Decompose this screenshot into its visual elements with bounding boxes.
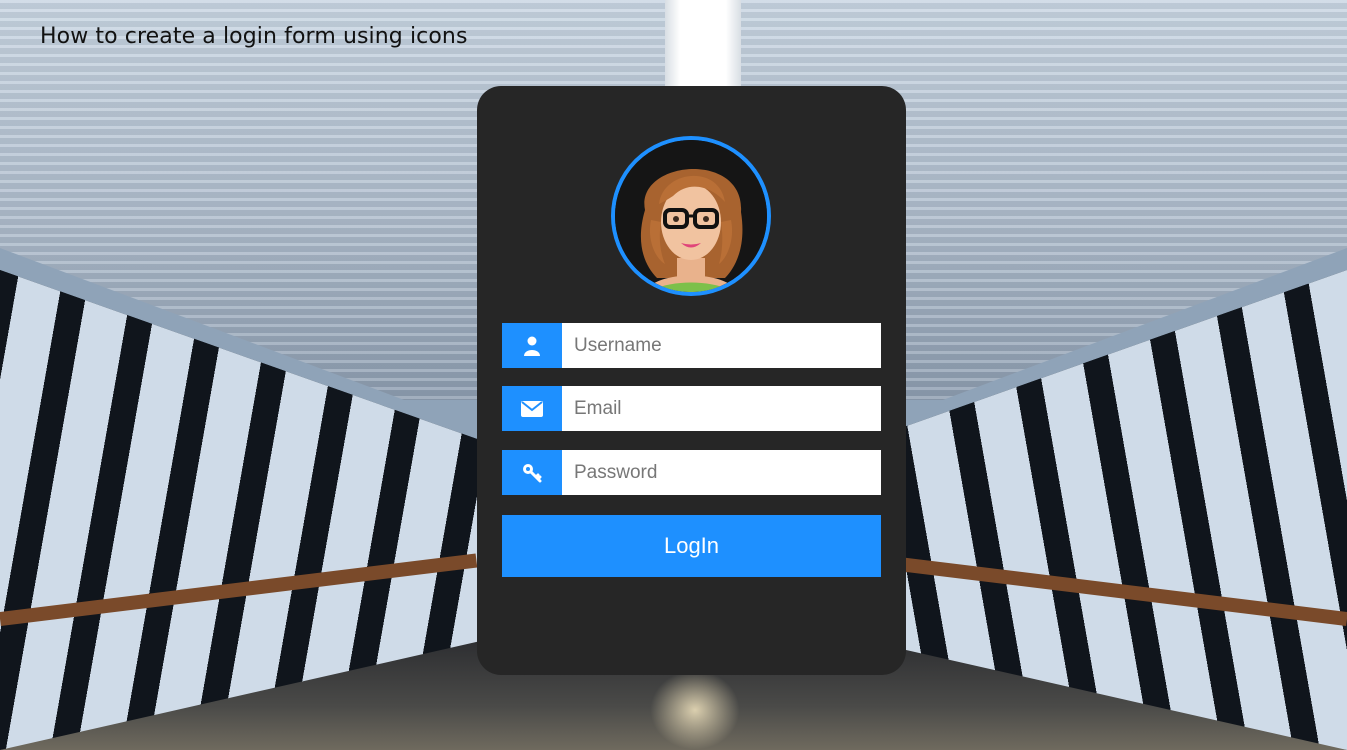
avatar [611,136,771,296]
login-button[interactable]: LogIn [502,515,881,577]
user-icon [502,323,562,368]
page-title: How to create a login form using icons [40,24,468,49]
envelope-icon [502,386,562,431]
email-input[interactable] [562,386,881,431]
username-input[interactable] [562,323,881,368]
email-field [502,386,881,431]
key-icon [502,450,562,495]
password-field [502,450,881,495]
avatar-illustration [615,140,767,292]
login-card: LogIn [477,86,906,675]
password-input[interactable] [562,450,881,495]
username-field [502,323,881,368]
ceiling-light [665,0,741,88]
floor-reflection [650,670,740,750]
